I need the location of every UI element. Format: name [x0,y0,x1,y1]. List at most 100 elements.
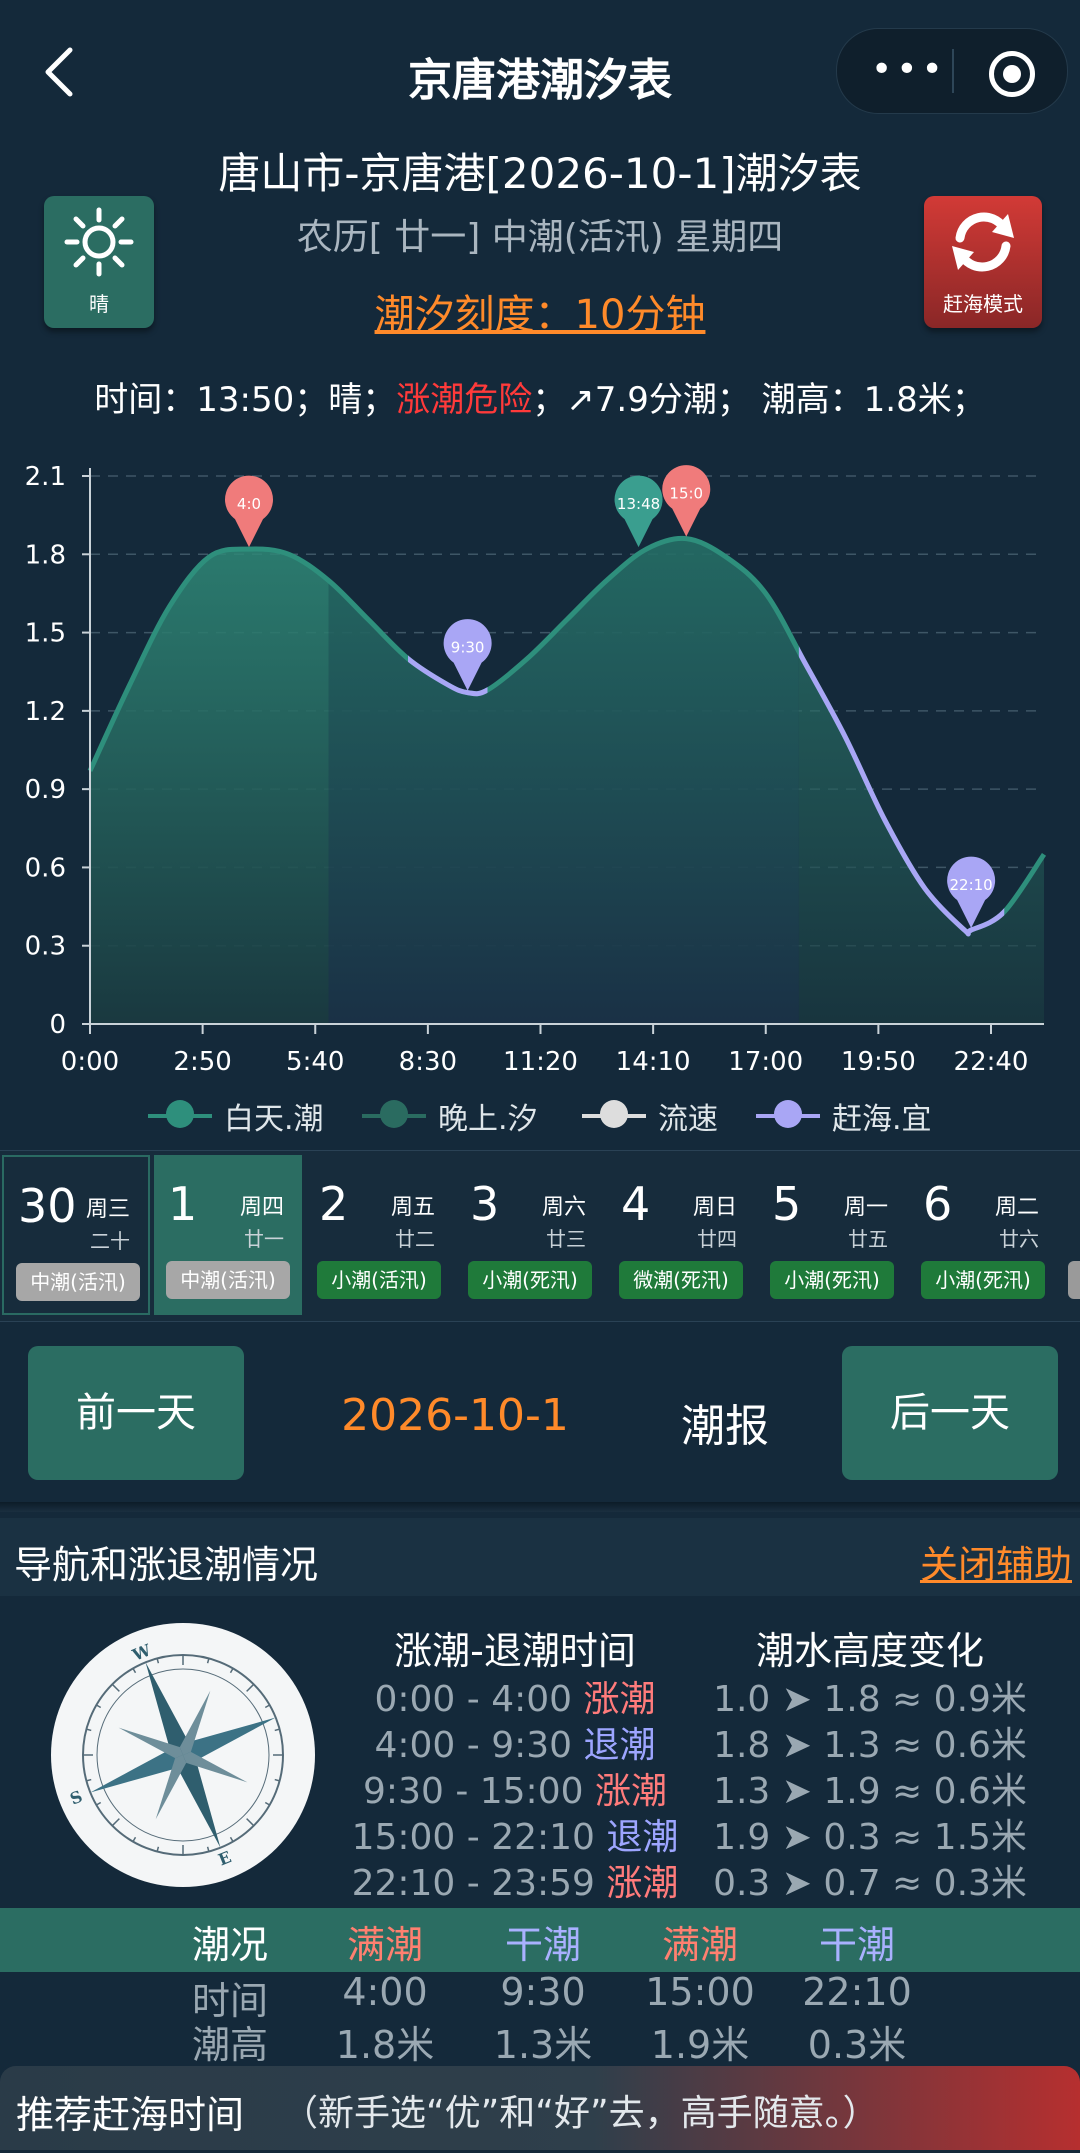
weather-button[interactable]: 晴 [44,196,154,328]
legend-dot-day [166,1100,194,1128]
tide-scale-text: 潮汐刻度：10分钟 [374,292,706,338]
day-weekday: 周日 [692,1195,737,1220]
y-tick-label: 0.3 [25,932,66,962]
x-tick-label: 19:50 [841,1047,916,1077]
tide-times-header: 涨潮-退潮时间 [394,1629,636,1673]
tide-time-row: 9:30 - 15:00 涨潮 [350,1762,680,1814]
day-lunar: 廿六 [999,1227,1039,1251]
day-number: 2 [319,1177,349,1231]
day-item-5[interactable]: 5 周一 廿五 小潮(死汛) [758,1155,906,1315]
x-tick-label: 2:50 [173,1047,231,1077]
tide-badge: 中潮(活汛) [166,1261,290,1299]
day-item-30[interactable]: 30 周三 二十 中潮(活汛) [2,1155,150,1315]
summary-state: 满潮 [661,1923,738,1967]
pin-label: 13:48 [617,495,660,513]
day-weekday: 周五 [390,1195,435,1220]
tide-badge: 小潮(死汛) [770,1261,894,1299]
summary-time: 22:10 [802,1970,912,2014]
y-tick-label: 0.6 [25,853,66,883]
next-day-badge-edge [1068,1261,1080,1299]
day-lunar: 廿三 [546,1227,586,1251]
legend-dot-sea [774,1100,802,1128]
pin-label: 4:0 [237,495,261,513]
tide-state: 涨潮 [583,1679,656,1720]
day-weekday: 周三 [85,1197,130,1222]
day-number: 1 [168,1177,198,1231]
day-item-4[interactable]: 4 周日 廿四 微潮(死汛) [607,1155,755,1315]
day-item-2[interactable]: 2 周五 廿二 小潮(活汛) [305,1155,453,1315]
summary-state: 干潮 [504,1923,581,1967]
day-weekday: 周一 [843,1195,888,1220]
sea-mode-button[interactable]: 赶海模式 [924,196,1042,328]
capsule-divider [952,49,954,93]
sea-mode-label: 赶海模式 [943,292,1023,316]
tide-badge: 小潮(死汛) [468,1261,592,1299]
height-change-row: 1.3 ➤ 1.9 ≈ 0.6米 [713,1771,1027,1812]
chart-legend: 白天.潮 晚上.汐 流速 赶海.宜 [0,1092,1080,1142]
tide-marker-pin: 4:0 [225,475,273,548]
summary-state: 满潮 [346,1923,423,1967]
x-tick-label: 0:00 [61,1047,119,1077]
sun-icon [64,207,134,277]
legend-item-night[interactable]: 晚上.汐 [362,1092,562,1142]
legend-label-day: 白天.潮 [224,1102,324,1137]
y-tick-label: 0.9 [25,775,66,805]
summary-height: 0.3米 [807,2023,907,2067]
y-tick-label: 0 [49,1010,66,1040]
day-item-6[interactable]: 6 周二 廿六 小潮(死汛) [909,1155,1057,1315]
section-title: 导航和涨退潮情况 [14,1543,319,1587]
pin-label: 15:0 [669,485,703,503]
recommend-bar[interactable]: 推荐赶海时间 （新手选“优”和“好”去，高手随意。） [0,2066,1080,2150]
summary-time: 4:00 [342,1970,428,2014]
compass-icon: W E S [51,1623,315,1887]
record-target-icon[interactable] [989,51,1035,97]
day-number: 4 [621,1177,651,1231]
tide-time-row: 15:00 - 22:10 退潮 [350,1808,680,1860]
prev-day-button[interactable]: 前一天 [28,1346,244,1480]
recommend-note: （新手选“优”和“好”去，高手随意。） [282,2093,879,2134]
day-lunar: 廿五 [848,1227,888,1251]
legend-dot-speed [600,1100,628,1128]
legend-dot-night [380,1100,408,1128]
day-weekday: 周二 [994,1195,1039,1220]
legend-item-sea[interactable]: 赶海.宜 [756,1092,956,1142]
y-tick-label: 2.1 [25,462,66,492]
x-tick-label: 14:10 [616,1047,691,1077]
day-number: 6 [923,1177,953,1231]
status-rest: ；↗7.9分潮； 潮高：1.8米； [532,380,986,420]
section-divider [0,1502,1080,1512]
tide-badge: 中潮(活汛) [16,1263,140,1301]
height-change-row: 1.8 ➤ 1.3 ≈ 0.6米 [713,1725,1027,1766]
more-dots-icon[interactable]: ••• [871,52,947,88]
legend-label-night: 晚上.汐 [438,1102,538,1137]
weather-label: 晴 [89,292,109,316]
tide-badge: 小潮(活汛) [317,1261,441,1299]
day-item-1[interactable]: 1 周四 廿一 中潮(活汛) [154,1155,302,1315]
tide-report-link[interactable]: 潮报 [660,1390,790,1454]
y-tick-label: 1.2 [25,697,66,727]
tide-state: 涨潮 [594,1771,667,1812]
tide-table-title: 唐山市-京唐港[2026-10-1]潮汐表 [218,149,862,198]
x-tick-label: 17:00 [728,1047,803,1077]
pin-label: 9:30 [451,639,485,657]
day-item-3[interactable]: 3 周六 廿三 小潮(死汛) [456,1155,604,1315]
legend-item-day[interactable]: 白天.潮 [148,1092,348,1142]
close-assist-link[interactable]: 关闭辅助 [920,1534,1072,1589]
next-day-button[interactable]: 后一天 [842,1346,1058,1480]
x-tick-label: 8:30 [399,1047,457,1077]
x-tick-label: 5:40 [286,1047,344,1077]
tide-badge: 小潮(死汛) [921,1261,1045,1299]
legend-item-speed[interactable]: 流速 [582,1092,742,1142]
tide-time-range: 9:30 - 15:00 [363,1771,584,1812]
current-date: 2026-10-1 [341,1390,569,1441]
summary-time: 9:30 [500,1970,586,2014]
y-tick-label: 1.8 [25,540,66,570]
refresh-cycle-icon [952,212,1014,272]
navigation-section-header: 导航和涨退潮情况 关闭辅助 [0,1518,1080,1596]
tide-marker-pin: 9:30 [443,619,492,691]
x-tick-label: 22:40 [954,1047,1029,1077]
summary-height: 1.9米 [650,2023,750,2067]
tide-state: 退潮 [606,1817,679,1858]
day-lunar: 廿二 [395,1227,435,1251]
tide-scale-link[interactable]: 潮汐刻度：10分钟 [0,282,1080,340]
